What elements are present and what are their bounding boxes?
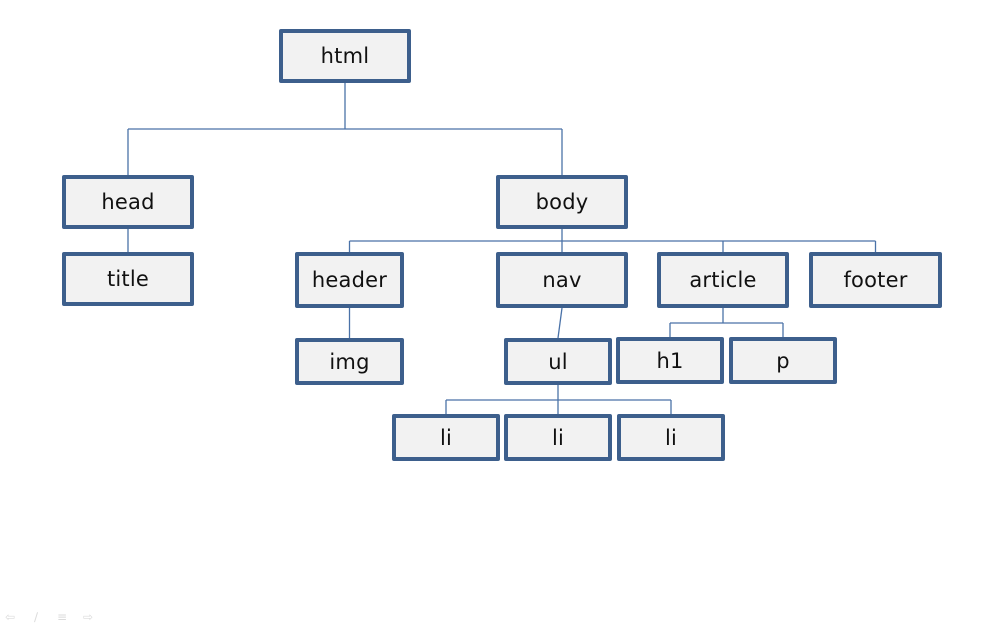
node-label: header: [311, 268, 388, 292]
node-label: article: [689, 268, 757, 292]
node-label: head: [101, 190, 155, 214]
node-label: title: [106, 267, 150, 291]
node-footer: footer: [809, 252, 942, 308]
node-nav: nav: [496, 252, 628, 308]
node-label: body: [535, 190, 589, 214]
slide-toolbar: ⇦ ∕ ≡ ⇨: [0, 608, 96, 626]
node-header: header: [295, 252, 404, 308]
node-img: img: [295, 338, 404, 385]
node-head: head: [62, 175, 194, 229]
menu-icon[interactable]: ≡: [54, 610, 70, 624]
node-li: li: [504, 414, 612, 461]
node-label: footer: [843, 268, 908, 292]
forward-arrow-icon[interactable]: ⇨: [80, 610, 96, 624]
node-label: nav: [542, 268, 582, 292]
pen-icon[interactable]: ∕: [28, 610, 44, 624]
node-label: p: [776, 348, 790, 373]
node-p: p: [729, 337, 837, 384]
node-label: li: [664, 425, 678, 450]
node-article: article: [657, 252, 789, 308]
connector-nav-ul: [557, 307, 563, 339]
back-arrow-icon[interactable]: ⇦: [2, 610, 18, 624]
connector-lines: [127, 83, 877, 414]
node-label: li: [439, 425, 453, 450]
node-label: li: [551, 425, 565, 450]
node-ul: ul: [504, 338, 612, 385]
node-li: li: [617, 414, 725, 461]
node-label: img: [329, 349, 370, 374]
node-title: title: [62, 252, 194, 306]
node-label: html: [320, 44, 370, 68]
node-html: html: [279, 29, 411, 83]
node-label: h1: [656, 348, 684, 373]
node-body: body: [496, 175, 628, 229]
node-label: ul: [548, 349, 568, 374]
node-h1: h1: [616, 337, 724, 384]
dom-tree-diagram: html head body title header nav article …: [0, 0, 993, 626]
node-li: li: [392, 414, 500, 461]
